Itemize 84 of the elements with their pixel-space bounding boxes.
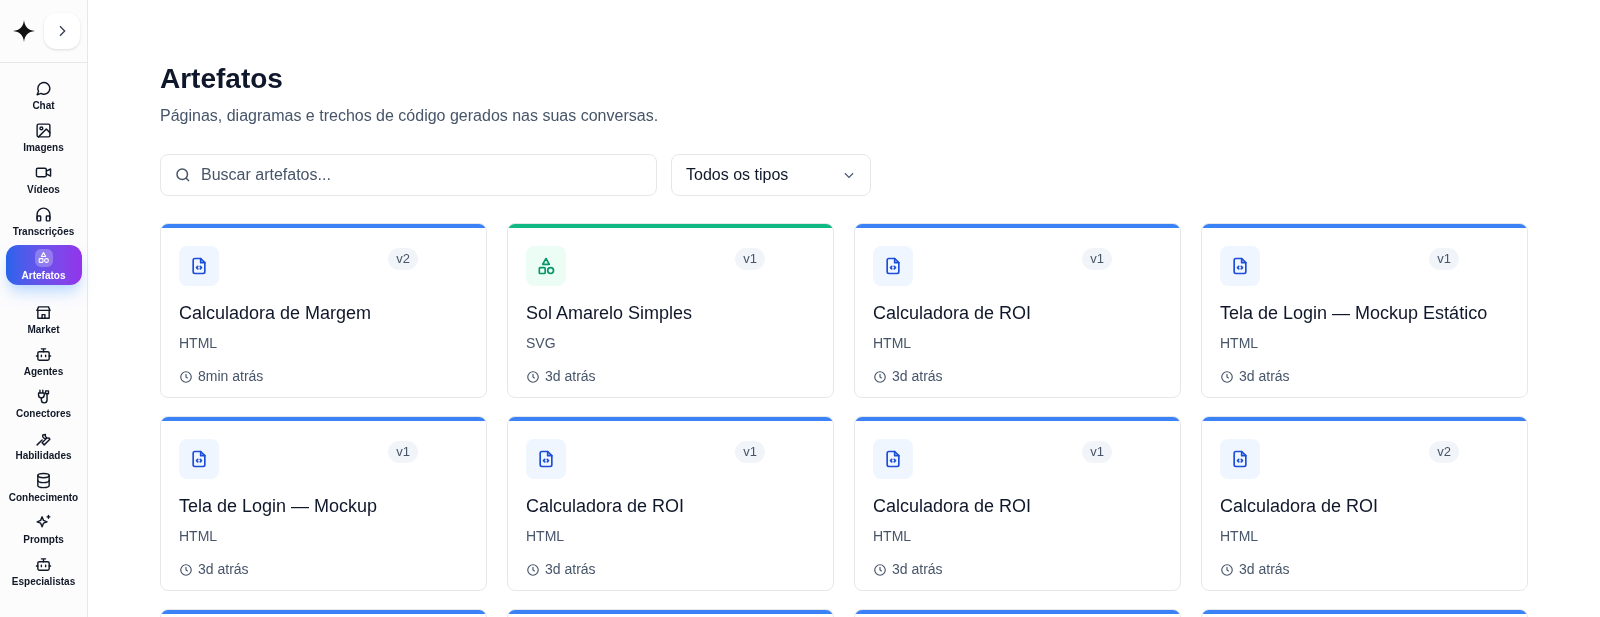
clock-icon: [873, 369, 887, 384]
card-type: HTML: [179, 527, 219, 546]
artifact-card[interactable]: v1 Sol Amarelo Simples SVG 3d atrás: [507, 223, 834, 398]
search-field[interactable]: Buscar artefatos...: [160, 154, 657, 196]
card-type: HTML: [873, 334, 913, 353]
card-timestamp: 8min atrás: [198, 367, 264, 386]
artifact-card[interactable]: v1 Tela de Login — Mockup HTML 3d atrás: [160, 416, 487, 591]
version-badge: v1: [1082, 441, 1112, 463]
artifact-card[interactable]: v2 Calculadora de ROI HTML 3d atrás: [1201, 416, 1528, 591]
card-title: Tela de Login — Mockup Estático: [1220, 302, 1489, 325]
clock-icon: [526, 562, 540, 577]
sidebar-nav-item[interactable]: Especialistas: [1, 551, 86, 593]
card-type: HTML: [179, 334, 219, 353]
sidebar-nav-item[interactable]: Imagens: [1, 117, 86, 159]
version-badge: v1: [735, 441, 765, 463]
sidebar-nav-item[interactable]: Prompts: [1, 509, 86, 551]
card-title: Sol Amarelo Simples: [526, 302, 694, 325]
artifact-card[interactable]: v1 Calculadora de ROI HTML 3d atrás: [854, 416, 1181, 591]
card-timestamp: 3d atrás: [545, 367, 596, 386]
card-timestamp: 3d atrás: [545, 560, 596, 579]
sidebar-nav-item[interactable]: Market: [1, 299, 86, 341]
card-timestamp: 3d atrás: [1239, 560, 1290, 579]
database-icon: [35, 472, 52, 489]
shapes-icon: [526, 246, 566, 286]
card-title: Calculadora de Margem: [179, 302, 373, 325]
sidebar-nav-item[interactable]: Habilidades: [1, 425, 86, 467]
search-icon: [174, 166, 192, 184]
code-file-icon: [873, 246, 913, 286]
image-icon: [35, 122, 52, 139]
version-badge: v2: [388, 248, 418, 270]
code-file-icon: [873, 439, 913, 479]
version-badge: v1: [1082, 248, 1112, 270]
card-title: Calculadora de ROI: [873, 302, 1033, 325]
card-type: HTML: [1220, 334, 1260, 353]
code-file-icon: [179, 439, 219, 479]
card-title: Calculadora de ROI: [873, 495, 1033, 518]
robot-icon: [35, 556, 52, 573]
page-subtitle: Páginas, diagramas e trechos de código gerados nas suas conversas.: [160, 106, 660, 126]
card-timestamp: 3d atrás: [198, 560, 249, 579]
version-badge: v1: [388, 441, 418, 463]
artifact-card[interactable]: v1 Calculadora de ROI HTML 3d atrás: [507, 416, 834, 591]
card-type: HTML: [526, 527, 566, 546]
sidebar-nav-item[interactable]: Vídeos: [1, 159, 86, 201]
card-type: HTML: [873, 527, 913, 546]
clock-icon: [526, 369, 540, 384]
clock-icon: [1220, 369, 1234, 384]
clock-icon: [873, 562, 887, 577]
code-file-icon: [179, 246, 219, 286]
clock-icon: [179, 369, 193, 384]
shapes-icon: [37, 251, 50, 264]
chat-bubble-icon: [35, 80, 52, 97]
dropdown-value: Todos os tipos: [686, 165, 789, 185]
code-file-icon: [526, 439, 566, 479]
artifact-card[interactable]: v1 Tela de Login — Mockup Estático HTML 3d atrás: [1201, 223, 1528, 398]
sidebar-nav-item[interactable]: Artefatos: [5, 245, 82, 285]
card-timestamp: 3d atrás: [892, 367, 943, 386]
card-timestamp: 3d atrás: [892, 560, 943, 579]
code-file-icon: [1220, 439, 1260, 479]
card-type: HTML: [1220, 527, 1260, 546]
artifact-card[interactable]: v1 Calculadora de ROI HTML 3d atrás: [854, 223, 1181, 398]
card-title: Tela de Login — Mockup: [179, 495, 379, 518]
version-badge: v2: [1429, 441, 1459, 463]
clock-icon: [1220, 562, 1234, 577]
page-title: Artefatos: [160, 62, 284, 96]
sidebar-nav-item[interactable]: Conectores: [1, 383, 86, 425]
version-badge: v1: [735, 248, 765, 270]
sidebar-nav-item[interactable]: Conhecimento: [1, 467, 86, 509]
robot-icon: [35, 346, 52, 363]
sidebar-nav-item[interactable]: Transcrições: [1, 201, 86, 243]
artifact-card[interactable]: v2 Calculadora de Margem HTML 8min atrás: [160, 223, 487, 398]
type-filter-dropdown[interactable]: Todos os tipos: [671, 154, 871, 196]
sidebar-nav-item[interactable]: Chat: [1, 75, 86, 117]
store-icon: [35, 304, 52, 321]
card-type: SVG: [526, 334, 557, 353]
code-file-icon: [1220, 246, 1260, 286]
sidebar-nav-item[interactable]: Agentes: [1, 341, 86, 383]
card-timestamp: 3d atrás: [1239, 367, 1290, 386]
plug-icon: [35, 388, 52, 405]
clock-icon: [179, 562, 193, 577]
headphones-icon: [35, 206, 52, 223]
sparkle-logo-icon: [12, 19, 36, 43]
card-title: Calculadora de ROI: [1220, 495, 1380, 518]
version-badge: v1: [1429, 248, 1459, 270]
card-title: Calculadora de ROI: [526, 495, 686, 518]
